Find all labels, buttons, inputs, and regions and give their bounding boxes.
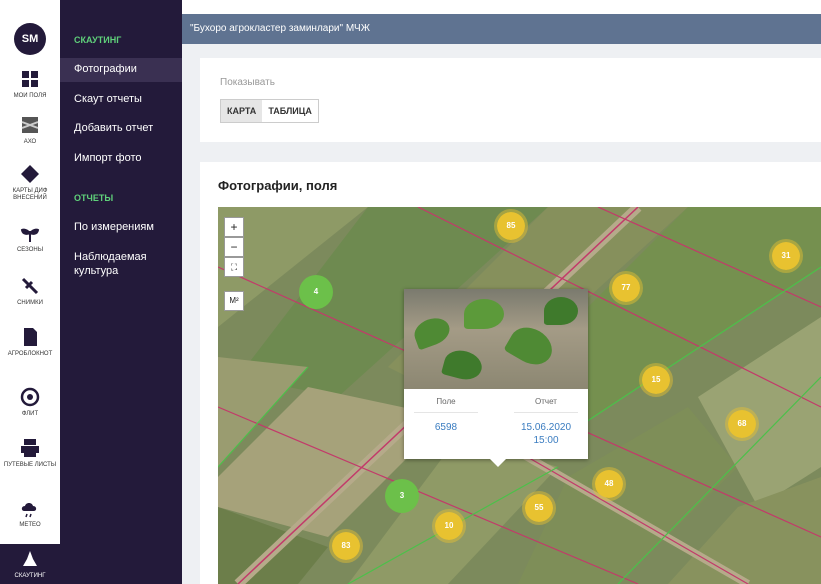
rail-item-diff-maps[interactable]: КАРТЫ ДИФ ВНЕСЕНИЙ xyxy=(0,163,60,202)
rail-item-agronotebook[interactable]: АГРОБЛОКНОТ xyxy=(0,326,60,358)
weather-icon xyxy=(21,503,37,518)
app-logo[interactable]: SM xyxy=(14,23,46,55)
photo-cluster[interactable]: 48 xyxy=(592,467,626,501)
scouting-menu: СКАУТИНГ Фотографии Скаут отчеты Добавит… xyxy=(60,0,182,584)
rail-item-waybills[interactable]: ПУТЕВЫЕ ЛИСТЫ xyxy=(0,437,60,469)
rail-label: АГРОБЛОКНОТ xyxy=(7,351,53,357)
photo-cluster[interactable]: 4 xyxy=(299,275,333,309)
photo-cluster[interactable]: 83 xyxy=(329,529,363,563)
rail-label: АХО xyxy=(23,139,37,145)
filter-card: Показывать КАРТА ТАБЛИЦА xyxy=(200,58,821,142)
report-time: 15:00 xyxy=(533,435,559,446)
rail-label: ПУТЕВЫЕ ЛИСТЫ xyxy=(3,462,57,468)
rail-label: КАРТЫ ДИФ ВНЕСЕНИЙ xyxy=(12,188,48,201)
seasons-icon xyxy=(20,228,40,242)
tab-table[interactable]: ТАБЛИЦА xyxy=(262,100,318,122)
fields-icon xyxy=(22,71,38,87)
field-header: Поле xyxy=(414,397,478,413)
menu-item-by-measurements[interactable]: По измерениям xyxy=(74,220,154,234)
rail-item-aho[interactable]: АХО xyxy=(0,114,60,146)
photo-cluster[interactable]: 3 xyxy=(385,479,419,513)
menu-item-add-report[interactable]: Добавить отчет xyxy=(74,121,153,135)
report-column: Отчет 15.06.2020 15:00 xyxy=(504,397,588,447)
rail-item-snapshots[interactable]: СНИМКИ xyxy=(0,275,60,307)
scouting-icon xyxy=(23,551,37,566)
rail-item-seasons[interactable]: СЕЗОНЫ xyxy=(0,222,60,254)
tab-map[interactable]: КАРТА xyxy=(221,100,263,122)
menu-section-scouting: СКАУТИНГ xyxy=(74,35,122,45)
rail-item-weather[interactable]: МЕТЕО xyxy=(0,497,60,529)
menu-item-scout-reports[interactable]: Скаут отчеты xyxy=(74,92,142,106)
top-bar: "Бухоро агрокластер заминлари" МЧЖ xyxy=(182,14,821,44)
menu-section-reports: ОТЧЕТЫ xyxy=(74,193,114,203)
view-toggle: КАРТА ТАБЛИЦА xyxy=(220,99,319,123)
photo-cluster[interactable]: 31 xyxy=(769,239,803,273)
rail-label: МЕТЕО xyxy=(19,522,41,528)
zoom-out-button[interactable]: − xyxy=(224,237,244,257)
rail-label: СКАУТИНГ xyxy=(14,573,46,579)
rail-label: СЕЗОНЫ xyxy=(16,247,44,253)
field-column: Поле 6598 xyxy=(404,397,488,434)
rail-item-my-fields[interactable]: МОИ ПОЛЯ xyxy=(0,68,60,100)
report-header: Отчет xyxy=(514,397,578,413)
photo-cluster[interactable]: 15 xyxy=(639,363,673,397)
fleet-icon xyxy=(20,387,40,407)
field-photo[interactable] xyxy=(404,289,588,389)
agronotebook-icon xyxy=(24,328,37,346)
menu-item-observed-crop[interactable]: Наблюдаемая культура xyxy=(74,250,174,278)
measure-area-button[interactable]: M² xyxy=(224,291,244,311)
rail-label: ФЛИТ xyxy=(21,411,39,417)
menu-item-photos[interactable]: Фотографии xyxy=(74,62,137,76)
section-title: Фотографии, поля xyxy=(218,178,338,193)
photo-cluster[interactable]: 55 xyxy=(522,491,556,525)
satellite-icon xyxy=(21,277,39,295)
aho-icon xyxy=(21,117,39,133)
photo-cluster[interactable]: 77 xyxy=(609,271,643,305)
report-date: 15.06.2020 xyxy=(520,422,572,433)
organization-title: "Бухоро агрокластер заминлари" МЧЖ xyxy=(190,23,370,34)
photo-cluster[interactable]: 10 xyxy=(432,509,466,543)
menu-item-import-photo[interactable]: Импорт фото xyxy=(74,151,141,165)
fullscreen-button[interactable]: ⛶ xyxy=(224,257,244,277)
diff-maps-icon xyxy=(21,165,39,183)
rail-item-fleet[interactable]: ФЛИТ xyxy=(0,386,60,418)
rail-label: МОИ ПОЛЯ xyxy=(13,93,47,99)
waybills-icon xyxy=(21,439,39,457)
rail-item-scouting[interactable]: СКАУТИНГ xyxy=(0,544,60,584)
zoom-in-button[interactable]: + xyxy=(224,217,244,237)
photo-popup: Поле 6598 Отчет 15.06.2020 15:00 xyxy=(404,289,588,467)
photo-cluster[interactable]: 68 xyxy=(725,407,759,441)
photo-cluster[interactable]: 85 xyxy=(494,209,528,243)
field-id-link[interactable]: 6598 xyxy=(404,421,488,434)
show-label: Показывать xyxy=(220,77,275,88)
icon-rail: SM МОИ ПОЛЯ АХО КАРТЫ ДИФ ВНЕСЕНИЙ СЕЗОН… xyxy=(0,0,61,584)
rail-label: СНИМКИ xyxy=(17,300,43,306)
report-date-link[interactable]: 15.06.2020 15:00 xyxy=(504,421,588,447)
